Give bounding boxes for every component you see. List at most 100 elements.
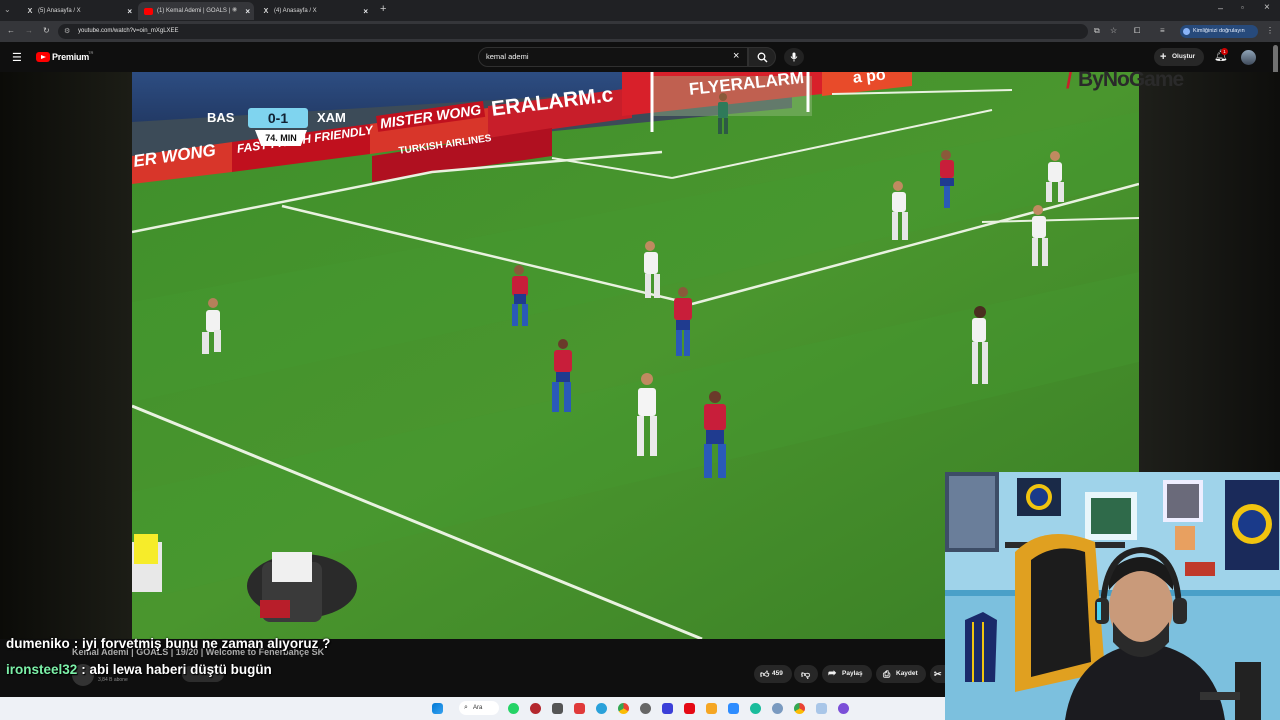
voice-search-button[interactable]: [784, 48, 804, 66]
back-arrow-icon[interactable]: ←: [7, 26, 15, 35]
browser-menu-icon[interactable]: ⋮: [1266, 26, 1274, 35]
thumbs-down-icon: 👎︎: [801, 669, 811, 679]
region-label: TR: [88, 50, 94, 55]
tab-label: (4) Anasayfa / X: [274, 8, 317, 14]
profile-dot-icon: [1183, 28, 1190, 35]
windows-start-icon[interactable]: [432, 703, 443, 714]
search-value: kemal ademi: [486, 52, 529, 61]
app-icon[interactable]: [772, 703, 783, 714]
create-button[interactable]: + Oluştur: [1154, 48, 1204, 66]
share-label: Paylaş: [842, 670, 863, 677]
tab-anasayfa-1[interactable]: X (5) Anasayfa / X ×: [20, 2, 136, 20]
install-app-icon[interactable]: ⧉: [1094, 26, 1100, 36]
url-field[interactable]: ⚙ youtube.com/watch?v=oin_mXgLXEE: [58, 24, 1088, 39]
app-icon[interactable]: [838, 703, 849, 714]
youtube-icon: [144, 7, 153, 15]
app-icon[interactable]: [750, 703, 761, 714]
youtube-logo-icon[interactable]: [36, 52, 50, 62]
telegram-icon[interactable]: [596, 703, 607, 714]
whatsapp-icon[interactable]: [508, 703, 519, 714]
chrome-icon[interactable]: [618, 703, 629, 714]
video-app-icon[interactable]: [574, 703, 585, 714]
close-tab-icon[interactable]: ×: [363, 7, 368, 16]
chat-username: ironsteel32: [6, 662, 78, 677]
clear-search-icon[interactable]: ×: [733, 47, 739, 65]
bynogame-logo-icon: /: [1066, 68, 1073, 93]
search-input[interactable]: kemal ademi ×: [478, 47, 748, 67]
clip-button[interactable]: ✂: [930, 665, 945, 683]
maximize-button[interactable]: ▫: [1241, 3, 1244, 12]
away-team-label: XAM: [317, 110, 346, 125]
scissors-icon: ✂: [934, 669, 942, 679]
x-logo-icon: X: [263, 7, 269, 15]
x-logo-icon: X: [27, 7, 33, 15]
extensions-icon[interactable]: ⧠: [1134, 26, 1140, 36]
left-background-blur: [0, 72, 132, 697]
media-control-icon[interactable]: ≡: [1160, 26, 1165, 35]
tab-youtube[interactable]: (1) Kemal Ademi | GOALS | ◉ ×: [138, 2, 254, 20]
tab-label: (5) Anasayfa / X: [38, 8, 81, 14]
close-window-button[interactable]: ×: [1264, 2, 1270, 13]
plus-icon: +: [1160, 51, 1167, 63]
save-label: Kaydet: [896, 670, 918, 677]
chat-text: : iyi forvetmiş bunu ne zaman alıyoruz ?: [73, 636, 331, 651]
url-text: youtube.com/watch?v=oin_mXgLXEE: [78, 28, 179, 34]
share-arrow-icon: ➦: [828, 668, 837, 679]
chrome-active-icon[interactable]: [794, 703, 805, 714]
home-team-label: BAS: [207, 110, 235, 125]
bookmark-star-icon[interactable]: ☆: [1110, 26, 1117, 35]
notification-count-badge: 1: [1221, 48, 1228, 55]
close-tab-icon[interactable]: ×: [127, 7, 132, 16]
match-minute: 74. MIN: [255, 130, 307, 146]
save-button[interactable]: ⎙ Kaydet: [876, 665, 926, 683]
red-app-icon[interactable]: [530, 703, 541, 714]
microphone-icon: [790, 52, 798, 62]
subscriber-count: 3,84 B abone: [98, 677, 128, 683]
browser-address-bar: ← → ↻ ⚙ youtube.com/watch?v=oin_mXgLXEE …: [0, 21, 1280, 42]
reload-icon[interactable]: ↻: [43, 26, 50, 35]
zoom-icon[interactable]: [728, 703, 739, 714]
streamer-webcam: [945, 472, 1280, 720]
like-count: 459: [772, 670, 783, 677]
search-icon: [757, 52, 768, 63]
u-app-icon[interactable]: [662, 703, 673, 714]
settings-gear-icon[interactable]: [640, 703, 651, 714]
webcam-scene: [945, 472, 1280, 720]
match-scoreboard: BAS 0-1 XAM: [195, 108, 363, 128]
search-button[interactable]: [748, 47, 776, 67]
dislike-button[interactable]: 👎︎: [794, 665, 818, 683]
verify-identity-button[interactable]: Kimliğinizi doğrulayın: [1180, 25, 1258, 38]
create-label: Oluştur: [1172, 53, 1196, 60]
bookmark-icon: ⎙: [883, 669, 891, 679]
tab-anasayfa-2[interactable]: X (4) Anasayfa / X ×: [256, 2, 372, 20]
youtube-premium-label[interactable]: Premium: [52, 52, 89, 62]
forward-arrow-icon[interactable]: →: [25, 26, 33, 35]
score-value: 0-1: [248, 108, 308, 128]
chat-message: ironsteel32: abi lewa haberi düştü bugün: [6, 662, 272, 677]
chat-text: : abi lewa haberi düştü bugün: [81, 662, 272, 677]
verify-label: Kimliğinizi doğrulayın: [1193, 28, 1245, 34]
vlc-icon[interactable]: [706, 703, 717, 714]
hamburger-menu-icon[interactable]: ☰: [12, 51, 22, 64]
tab-list-chevron-icon[interactable]: ⌄: [4, 5, 11, 14]
app-icon[interactable]: [552, 703, 563, 714]
netflix-icon[interactable]: [684, 703, 695, 714]
like-button[interactable]: 👍︎ 459: [754, 665, 792, 683]
avatar[interactable]: [1241, 50, 1256, 65]
share-button[interactable]: ➦ Paylaş: [822, 665, 872, 683]
chat-message: dumeniko: iyi forvetmiş bunu ne zaman al…: [6, 636, 330, 651]
minimize-button[interactable]: –: [1218, 3, 1223, 13]
search-icon: ⌕: [464, 704, 468, 711]
close-tab-icon[interactable]: ×: [245, 7, 250, 16]
taskbar-search[interactable]: ⌕ Ara: [459, 701, 499, 715]
site-info-icon[interactable]: ⚙: [64, 24, 70, 39]
app-icon[interactable]: [816, 703, 827, 714]
audio-playing-icon[interactable]: ◉: [232, 6, 237, 13]
tab-label: (1) Kemal Ademi | GOALS |: [157, 8, 231, 14]
taskbar-search-label: Ara: [473, 705, 483, 711]
browser-tab-bar: ⌄ X (5) Anasayfa / X × (1) Kemal Ademi |…: [0, 0, 1280, 21]
chat-username: dumeniko: [6, 636, 70, 651]
new-tab-button[interactable]: +: [380, 3, 386, 15]
thumbs-up-icon: 👍︎: [760, 669, 770, 679]
right-background-blur: [1139, 72, 1280, 472]
